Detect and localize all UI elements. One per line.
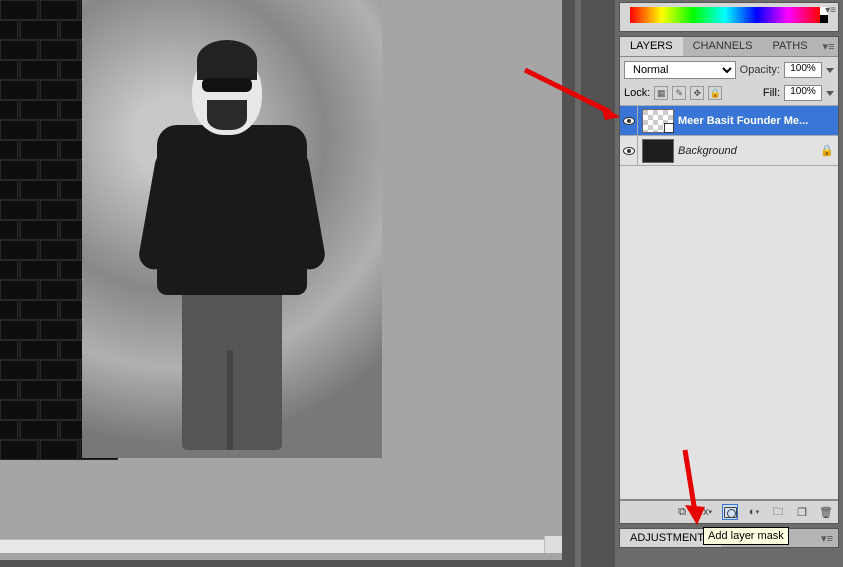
new-layer-button[interactable]: ❐ xyxy=(794,504,810,520)
link-layers-button[interactable]: ⧉ xyxy=(674,504,690,520)
layer-list: ⬚ Meer Basit Founder Me... Background 🔒 xyxy=(620,106,838,500)
blend-mode-select[interactable]: Normal xyxy=(624,61,736,79)
person-photo xyxy=(122,20,342,440)
smart-object-icon: ⬚ xyxy=(664,123,674,133)
lock-position-icon[interactable]: ✥ xyxy=(690,86,704,100)
opacity-label: Opacity: xyxy=(740,64,780,76)
layer-thumbnail[interactable] xyxy=(642,139,674,163)
layer-name[interactable]: Meer Basit Founder Me... xyxy=(678,115,838,127)
eye-icon xyxy=(623,117,635,125)
layer-options-row: Normal Opacity: 100% xyxy=(620,57,838,83)
color-panel: ▾≡ xyxy=(619,2,839,32)
panel-menu-icon[interactable]: ▾≡ xyxy=(818,37,840,56)
adjustment-layer-button[interactable]: ◐▾ xyxy=(746,504,762,520)
lock-all-icon[interactable]: 🔒 xyxy=(708,86,722,100)
fill-label: Fill: xyxy=(763,87,780,99)
layer-fx-button[interactable]: fx▾ xyxy=(698,504,714,520)
layer-visibility-toggle[interactable] xyxy=(620,106,638,135)
lock-pixels-icon[interactable]: ✎ xyxy=(672,86,686,100)
layer-thumbnail[interactable]: ⬚ xyxy=(642,109,674,133)
tab-layers[interactable]: LAYERS xyxy=(620,37,683,56)
eye-icon xyxy=(623,147,635,155)
mask-icon xyxy=(724,507,737,518)
document-bg-brick: document.write(Array.from({length:23},(_… xyxy=(0,0,82,460)
canvas-area: document.write(Array.from({length:23},(_… xyxy=(0,0,562,560)
layer-visibility-toggle[interactable] xyxy=(620,136,638,165)
layer-group-button[interactable]: 🗀 xyxy=(770,504,786,520)
document-photo xyxy=(82,0,382,458)
opacity-input[interactable]: 100% xyxy=(784,62,822,78)
fill-input[interactable]: 100% xyxy=(784,85,822,101)
panel-menu-icon[interactable]: ▾≡ xyxy=(816,529,838,547)
delete-layer-button[interactable]: 🗑 xyxy=(818,504,834,520)
canvas-scrollbar-horizontal[interactable] xyxy=(0,539,562,553)
lock-icon: 🔒 xyxy=(820,144,832,157)
layer-name[interactable]: Background xyxy=(678,145,820,157)
layers-panel-tabs: LAYERS CHANNELS PATHS ▾≡ xyxy=(620,37,838,57)
fill-stepper-icon[interactable] xyxy=(826,91,834,96)
panel-divider[interactable] xyxy=(575,0,581,567)
tooltip-add-layer-mask: Add layer mask xyxy=(703,527,789,545)
lock-label: Lock: xyxy=(624,87,650,99)
layer-row-selected[interactable]: ⬚ Meer Basit Founder Me... xyxy=(620,106,838,136)
color-spectrum[interactable] xyxy=(630,7,820,23)
opacity-stepper-icon[interactable] xyxy=(826,68,834,73)
panel-menu-icon[interactable]: ▾≡ xyxy=(825,5,836,16)
lock-row: Lock: ▦ ✎ ✥ 🔒 Fill: 100% xyxy=(620,83,838,106)
right-panel-dock: ▾≡ LAYERS CHANNELS PATHS ▾≡ Normal Opaci… xyxy=(615,0,843,567)
add-layer-mask-button[interactable] xyxy=(722,504,738,520)
layers-bottom-toolbar: ⧉ fx▾ ◐▾ 🗀 ❐ 🗑 xyxy=(620,500,838,523)
layer-row-background[interactable]: Background 🔒 xyxy=(620,136,838,166)
layers-panel: LAYERS CHANNELS PATHS ▾≡ Normal Opacity:… xyxy=(619,36,839,524)
tab-paths[interactable]: PATHS xyxy=(763,37,818,56)
tab-channels[interactable]: CHANNELS xyxy=(683,37,763,56)
lock-transparency-icon[interactable]: ▦ xyxy=(654,86,668,100)
